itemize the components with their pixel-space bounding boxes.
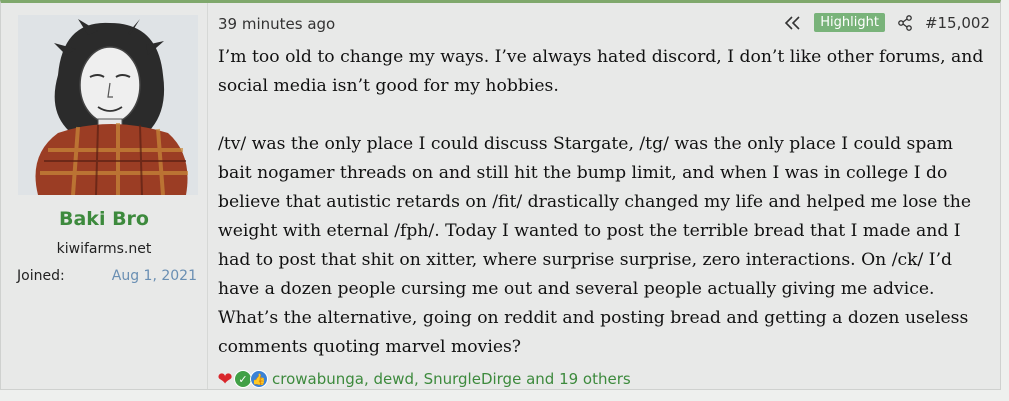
username[interactable]: Baki Bro: [1, 208, 207, 230]
heart-icon: ❤: [217, 368, 233, 390]
joined-label: Joined:: [17, 268, 65, 284]
highlight-badge[interactable]: Highlight: [814, 13, 885, 32]
post-timestamp[interactable]: 39 minutes ago: [218, 15, 335, 33]
post-main: 39 minutes ago Highlight #15,002 I’m too…: [207, 3, 1000, 390]
post-paragraph: I’m too old to change my ways. I’ve alwa…: [218, 47, 984, 96]
post-body: I’m too old to change my ways. I’ve alwa…: [218, 43, 990, 362]
thumbs-up-icon: 👍: [250, 370, 268, 388]
share-icon[interactable]: [897, 14, 913, 31]
user-title: kiwifarms.net: [56, 241, 152, 257]
post-paragraph: /tv/ was the only place I could discuss …: [218, 134, 972, 357]
user-panel: Baki Bro kiwifarms.net Joined: Aug 1, 20…: [1, 3, 207, 389]
post-actions: Highlight #15,002: [784, 13, 990, 32]
reactions-bar[interactable]: ❤ ✓ 👍 crowabunga, dewd, SnurgleDirge and…: [216, 368, 631, 390]
avatar[interactable]: [18, 15, 198, 195]
joined-date: Aug 1, 2021: [111, 268, 197, 284]
forum-post: Baki Bro kiwifarms.net Joined: Aug 1, 20…: [0, 0, 1001, 390]
reaction-users-link[interactable]: crowabunga, dewd, SnurgleDirge and 19 ot…: [272, 370, 631, 388]
rewind-icon[interactable]: [784, 15, 802, 30]
post-number[interactable]: #15,002: [925, 14, 990, 32]
